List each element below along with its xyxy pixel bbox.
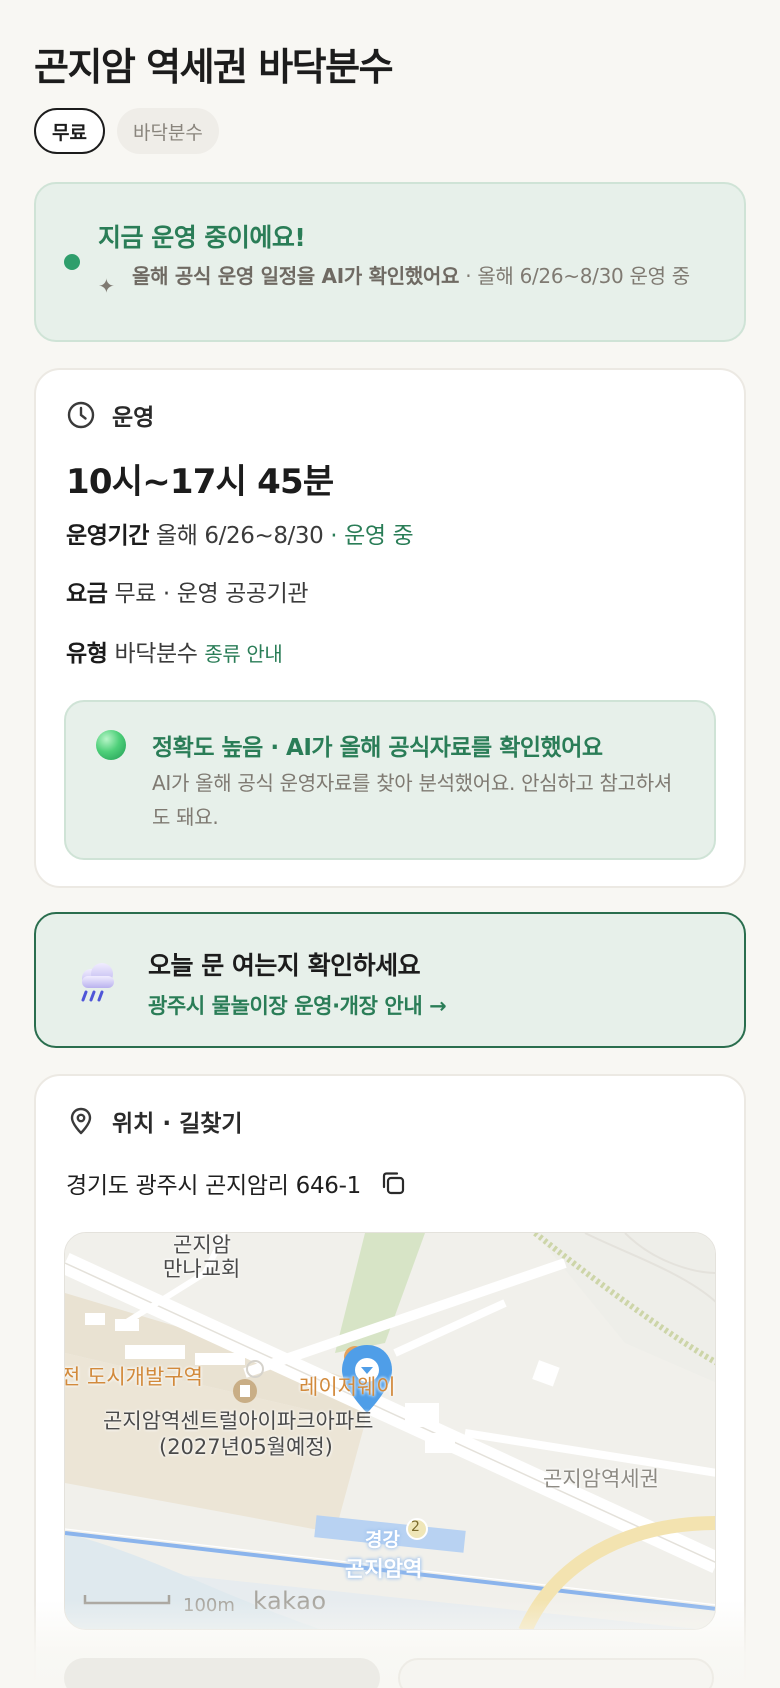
- address-row: 경기도 광주시 곤지암리 646-1: [66, 1166, 407, 1200]
- fee-label: 요금: [66, 581, 108, 607]
- map-label-district: 전 도시개발구역: [64, 1365, 203, 1389]
- today-title: 오늘 문 여는지 확인하세요: [148, 951, 421, 980]
- map-label-station: 곤지암역: [345, 1557, 423, 1581]
- bottom-button-left[interactable]: [64, 1658, 380, 1688]
- status-subtitle: 올해 공식 운영 일정을 AI가 확인했어요 · 올해 6/26~8/30 운영…: [132, 262, 722, 290]
- map-label-line: 경강: [365, 1529, 400, 1551]
- period-value: 올해 6/26~8/30: [155, 523, 324, 549]
- map-label-apartment-line2: (2027년05월예정): [159, 1435, 333, 1459]
- operation-section-label: 운영: [112, 405, 155, 431]
- accuracy-box: 정확도 높음 · AI가 올해 공식자료를 확인했어요 AI가 올해 공식 운영…: [64, 700, 716, 860]
- type-guide-link[interactable]: 종류 안내: [204, 642, 282, 666]
- map-label-line-number: 2: [411, 1519, 420, 1535]
- copy-icon[interactable]: [379, 1169, 407, 1197]
- location-pin-icon: [70, 1107, 92, 1135]
- tag-free[interactable]: 무료: [34, 108, 105, 154]
- operation-hours: 10시~17시 45분: [66, 462, 334, 502]
- sparkle-icon: ✦: [98, 274, 115, 298]
- accuracy-title: 정확도 높음 · AI가 올해 공식자료를 확인했어요: [152, 735, 603, 761]
- page-title: 곤지암 역세권 바닥분수: [34, 45, 394, 89]
- clock-icon: [67, 401, 95, 429]
- accuracy-description: AI가 올해 공식 운영자료를 찾아 분석했어요. 안심하고 참고하셔도 돼요.: [152, 771, 672, 829]
- tag-floor-fountain[interactable]: 바닥분수: [116, 108, 219, 154]
- type-label: 유형: [66, 641, 108, 667]
- status-card: 지금 운영 중이에요! ✦ 올해 공식 운영 일정을 AI가 확인했어요 · 올…: [34, 182, 746, 342]
- map-label-church-line2: 만나교회: [163, 1257, 241, 1281]
- type-row: 유형 바닥분수 종류 안내: [66, 634, 283, 668]
- status-sub-rest: · 올해 6/26~8/30 운영 중: [459, 264, 690, 288]
- location-section-label: 위치 · 길찾기: [112, 1111, 243, 1137]
- today-check-card[interactable]: 오늘 문 여는지 확인하세요 광주시 물놀이장 운영·개장 안내 →: [34, 912, 746, 1048]
- bottom-button-right[interactable]: [398, 1658, 714, 1688]
- map-label-leisure: 레이저웨이: [299, 1375, 396, 1399]
- address-text: 경기도 광주시 곤지암리 646-1: [66, 1173, 361, 1199]
- status-sub-bold: 올해 공식 운영 일정을 AI가 확인했어요: [132, 264, 460, 288]
- map-label-area: 곤지암역세권: [543, 1467, 659, 1491]
- location-card: 위치 · 길찾기 경기도 광주시 곤지암리 646-1 곤지암 만나교회 전 도…: [34, 1074, 746, 1688]
- period-status: · 운영 중: [323, 523, 414, 549]
- accuracy-orb-icon: [96, 730, 126, 760]
- type-value: 바닥분수: [114, 641, 198, 667]
- location-section-header: 위치 · 길찾기: [66, 1104, 243, 1138]
- rain-cloud-icon: [81, 963, 114, 1002]
- tag-list: 무료 바닥분수: [34, 108, 219, 154]
- map-view[interactable]: 곤지암 만나교회 전 도시개발구역 레이저웨이 곤지암역센트럴아이파크아파트 (…: [64, 1232, 716, 1630]
- period-row: 운영기간 올해 6/26~8/30 · 운영 중: [66, 516, 414, 550]
- period-label: 운영기간: [66, 523, 150, 549]
- page: 곤지암 역세권 바닥분수 무료 바닥분수 지금 운영 중이에요! ✦ 올해 공식…: [0, 0, 780, 1688]
- status-title: 지금 운영 중이에요!: [98, 223, 306, 252]
- operation-card: 운영 10시~17시 45분 운영기간 올해 6/26~8/30 · 운영 중 …: [34, 368, 746, 888]
- fee-value: 무료 · 운영 공공기관: [114, 581, 309, 607]
- status-dot-icon: [64, 254, 80, 270]
- today-guide-link[interactable]: 광주시 물놀이장 운영·개장 안내 →: [148, 990, 447, 1020]
- fee-row: 요금 무료 · 운영 공공기관: [66, 574, 309, 608]
- operation-section-header: 운영: [66, 398, 154, 432]
